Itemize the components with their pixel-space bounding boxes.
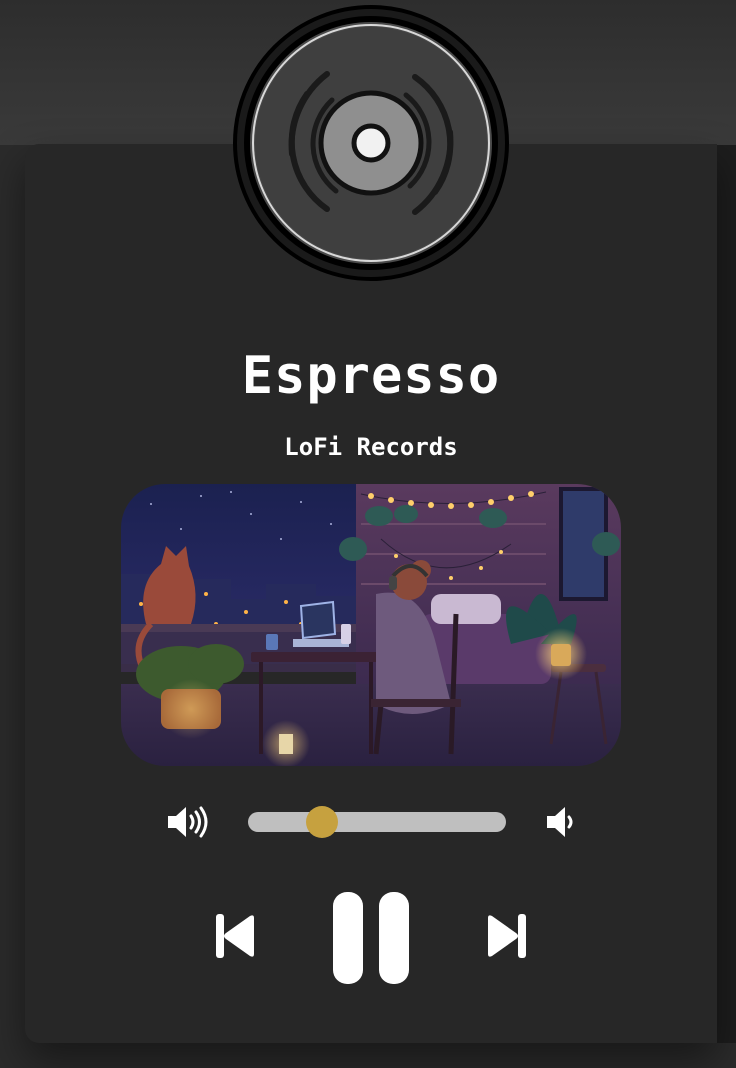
card-edge-shadow <box>717 145 736 1043</box>
pause-button[interactable] <box>331 890 411 986</box>
pause-icon <box>333 892 409 984</box>
skip-next-icon <box>488 914 526 958</box>
volume-slider-track[interactable] <box>248 812 506 832</box>
vinyl-disc-icon <box>232 4 510 282</box>
skip-previous-icon <box>216 914 254 958</box>
skip-previous-button[interactable] <box>212 912 258 960</box>
artist-name: LoFi Records <box>284 433 458 461</box>
album-artwork <box>121 484 621 766</box>
skip-next-button[interactable] <box>484 912 530 960</box>
volume-up-icon[interactable] <box>166 804 210 840</box>
volume-slider-thumb[interactable] <box>306 806 339 838</box>
volume-down-icon[interactable] <box>543 804 587 840</box>
song-title: Espresso <box>241 346 501 406</box>
